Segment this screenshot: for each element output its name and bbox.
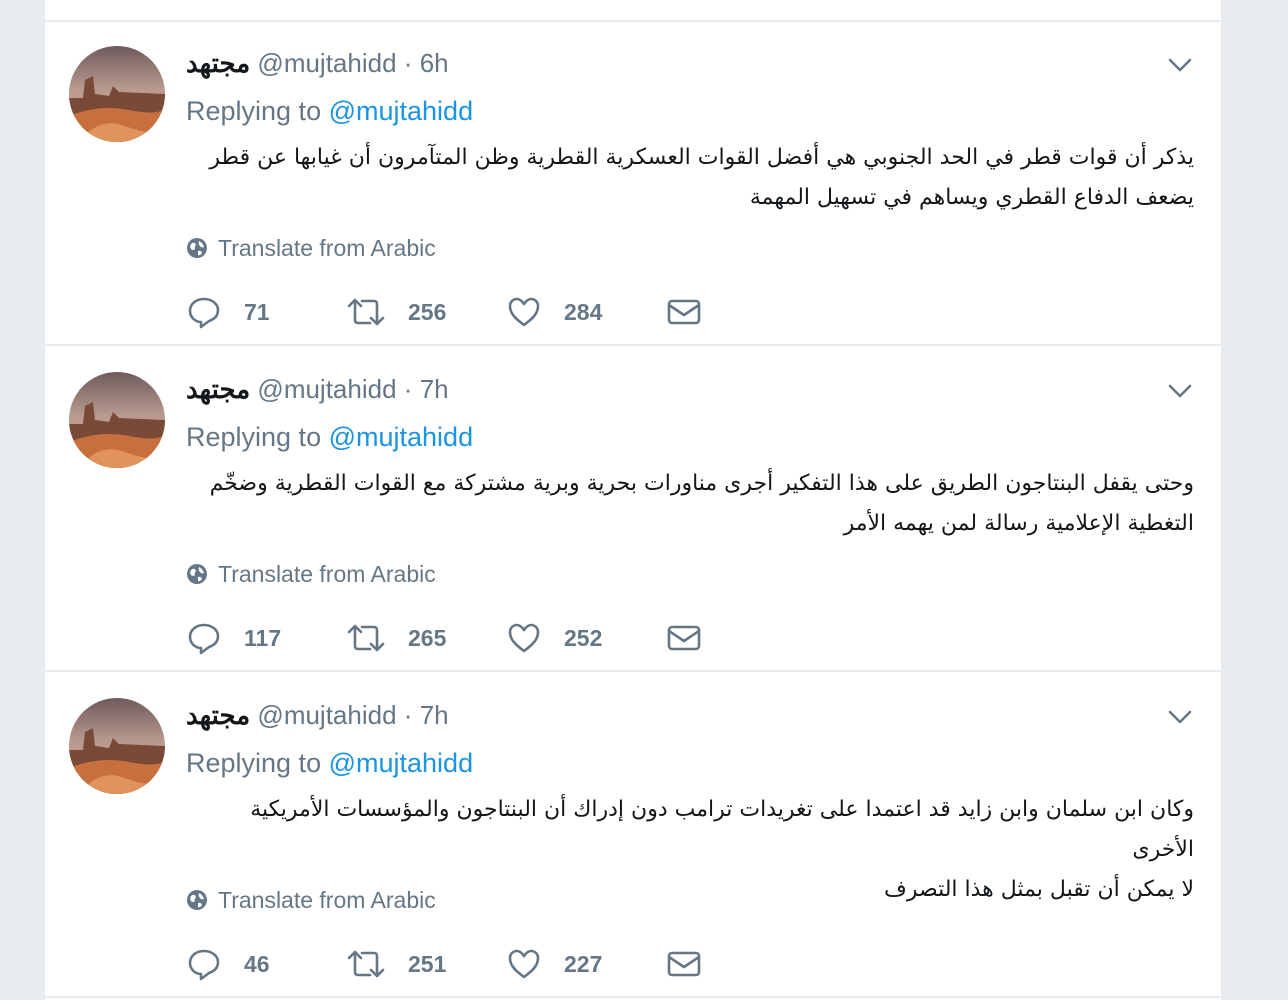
tweet-header: مجتهد @mujtahidd · 7h [186,372,449,406]
like-count: 227 [564,950,603,977]
separator: · [403,700,413,730]
avatar[interactable] [69,698,165,794]
tweet[interactable]: مجتهد @mujtahidd · 7h Replying to @mujta… [45,674,1221,998]
tweet-actions: 117 265 252 [186,616,702,660]
like-count: 252 [564,624,603,651]
retweet-count: 251 [408,950,447,977]
globe-icon [187,890,207,910]
replying-handle-link[interactable]: @mujtahidd [329,96,473,126]
globe-icon [187,564,207,584]
heart-icon [508,949,540,979]
heart-icon [508,297,540,327]
like-count: 284 [564,298,603,325]
display-name[interactable]: مجتهد [186,700,250,730]
reply-count: 46 [244,950,270,977]
tweet-header: مجتهد @mujtahidd · 7h [186,698,449,732]
like-button[interactable]: 227 [506,946,666,982]
like-button[interactable]: 252 [506,620,666,656]
display-name[interactable]: مجتهد [186,374,250,404]
replying-to: Replying to @mujtahidd [186,420,473,454]
reply-button[interactable]: 71 [186,294,346,330]
tweet-text-line: وكان ابن سلمان وابن زايد قد اعتمدا على ت… [250,797,1194,862]
timestamp[interactable]: 6h [420,48,449,78]
reply-button[interactable]: 46 [186,946,346,982]
heart-icon [508,623,540,653]
replying-to: Replying to @mujtahidd [186,94,473,128]
separator: · [403,374,413,404]
tweet-text-line: يذكر أن قوات قطر في الحد الجنوبي هي أفضل… [209,145,1194,170]
translate-label: Translate from Arabic [218,561,436,587]
globe-icon [187,238,207,258]
direct-message-button[interactable] [666,294,702,330]
avatar[interactable] [69,372,165,468]
envelope-icon [667,951,701,977]
retweet-icon [347,950,385,978]
retweet-button[interactable]: 256 [346,294,506,330]
retweet-button[interactable]: 265 [346,620,506,656]
like-button[interactable]: 284 [506,294,666,330]
timeline: مجتهد @mujtahidd · 6h Replying to @mujta… [44,0,1222,1000]
chevron-down-icon[interactable] [1165,50,1195,80]
reply-icon [188,623,220,655]
translate-label: Translate from Arabic [218,235,436,261]
reply-icon [188,297,220,329]
username[interactable]: @mujtahidd [257,48,396,78]
retweet-icon [347,298,385,326]
tweet-text-line: يضعف الدفاع القطري ويساهم في تسهيل المهم… [749,185,1194,210]
timestamp[interactable]: 7h [420,700,449,730]
chevron-down-icon[interactable] [1165,702,1195,732]
display-name[interactable]: مجتهد [186,48,250,78]
retweet-icon [347,624,385,652]
retweet-count: 265 [408,624,447,651]
tweet-text-line: التغطية الإعلامية رسالة لمن يهمه الأمر [843,511,1194,536]
replying-handle-link[interactable]: @mujtahidd [329,748,473,778]
avatar[interactable] [69,46,165,142]
username[interactable]: @mujtahidd [257,374,396,404]
reply-count: 117 [244,624,282,651]
tweet-text: وحتى يقفل البنتاجون الطريق على هذا التفك… [186,464,1194,544]
separator: · [403,48,413,78]
replying-to: Replying to @mujtahidd [186,746,473,780]
translate-label: Translate from Arabic [218,887,436,913]
reply-count: 71 [244,298,270,325]
timestamp[interactable]: 7h [420,374,449,404]
tweet-text: يذكر أن قوات قطر في الحد الجنوبي هي أفضل… [186,138,1194,218]
retweet-count: 256 [408,298,447,325]
tweet-text-line: وحتى يقفل البنتاجون الطريق على هذا التفك… [209,471,1194,496]
retweet-button[interactable]: 251 [346,946,506,982]
replying-prefix: Replying to [186,96,322,126]
direct-message-button[interactable] [666,946,702,982]
envelope-icon [667,299,701,325]
chevron-down-icon[interactable] [1165,376,1195,406]
tweet[interactable]: مجتهد @mujtahidd · 7h Replying to @mujta… [45,348,1221,672]
replying-prefix: Replying to [186,422,322,452]
replying-handle-link[interactable]: @mujtahidd [329,422,473,452]
reply-button[interactable]: 117 [186,620,346,656]
reply-icon [188,949,220,981]
translate-button[interactable]: Translate from Arabic [186,560,436,588]
translate-button[interactable]: Translate from Arabic [186,886,436,914]
translate-button[interactable]: Translate from Arabic [186,234,436,262]
tweet-header: مجتهد @mujtahidd · 6h [186,46,449,80]
tweet[interactable]: مجتهد @mujtahidd · 6h Replying to @mujta… [45,22,1221,346]
replying-prefix: Replying to [186,748,322,778]
tweet-actions: 46 251 227 [186,942,702,986]
direct-message-button[interactable] [666,620,702,656]
envelope-icon [667,625,701,651]
username[interactable]: @mujtahidd [257,700,396,730]
tweet-actions: 71 256 284 [186,290,702,334]
